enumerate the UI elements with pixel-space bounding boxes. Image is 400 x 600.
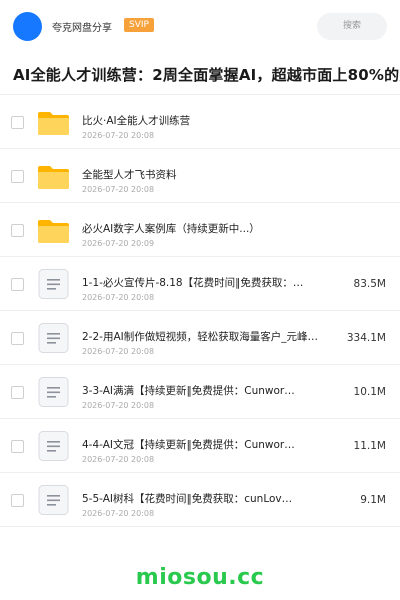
folder-row[interactable]: 必火AI数字人案例库（持续更新中...） 2026-07-20 20:09 (0, 203, 400, 257)
file-row[interactable]: 5-5-AI树科【花费时间‖免费获取：cunLov… 2026-07-20 20:… (0, 473, 400, 527)
item-name[interactable]: 比火·AI全能人才训练营 (82, 113, 322, 128)
avatar[interactable] (13, 12, 42, 41)
item-date: 2026-07-20 20:08 (82, 455, 155, 464)
header: 夸克网盘分享 SVIP 搜索 (0, 0, 400, 52)
footer: miosou.cc (0, 560, 400, 600)
row-checkbox[interactable] (11, 332, 24, 345)
item-date: 2026-07-20 20:08 (82, 401, 155, 410)
row-checkbox[interactable] (11, 170, 24, 183)
item-size: 11.1M (353, 440, 386, 452)
username: 夸克网盘分享 (52, 23, 112, 34)
row-checkbox[interactable] (11, 440, 24, 453)
row-checkbox[interactable] (11, 494, 24, 507)
file-list: 比火·AI全能人才训练营 2026-07-20 20:08 全能型人才飞书资料 202… (0, 94, 400, 527)
row-checkbox[interactable] (11, 224, 24, 237)
item-name[interactable]: 4-4-AI文冠【持续更新‖免费提供：Cunwor… (82, 437, 322, 452)
item-name[interactable]: 3-3-AI满满【持续更新‖免费提供：Cunwor… (82, 383, 322, 398)
document-icon (38, 431, 69, 461)
search-button[interactable]: 搜索 (317, 13, 387, 40)
item-size: 334.1M (346, 332, 386, 344)
file-row[interactable]: 4-4-AI文冠【持续更新‖免费提供：Cunwor… 2026-07-20 20:… (0, 419, 400, 473)
document-icon (38, 377, 69, 407)
row-checkbox[interactable] (11, 386, 24, 399)
item-size: 9.1M (360, 494, 386, 506)
document-icon (38, 485, 69, 515)
file-row[interactable]: 3-3-AI满满【持续更新‖免费提供：Cunwor… 2026-07-20 20:… (0, 365, 400, 419)
item-date: 2026-07-20 20:08 (82, 131, 155, 140)
document-icon (38, 269, 69, 299)
item-date: 2026-07-20 20:08 (82, 509, 155, 518)
search-label: 搜索 (342, 21, 361, 31)
file-row[interactable]: 2-2-用AI制作做短视频，轻松获取海量客户_元峰… 2026-07-20 20:… (0, 311, 400, 365)
item-name[interactable]: 1-1-必火宣传片-8.18【花费时间‖免费获取：… (82, 275, 322, 290)
folder-icon (38, 161, 69, 191)
item-name[interactable]: 2-2-用AI制作做短视频，轻松获取海量客户_元峰… (82, 329, 322, 344)
item-date: 2026-07-20 20:08 (82, 185, 155, 194)
svip-badge: SVIP (124, 18, 154, 32)
item-name[interactable]: 5-5-AI树科【花费时间‖免费获取：cunLov… (82, 491, 322, 506)
page-title: AI全能人才训练营：2周全面掌握AI，超越市面上80%的人 (13, 66, 400, 84)
row-checkbox[interactable] (11, 278, 24, 291)
folder-row[interactable]: 比火·AI全能人才训练营 2026-07-20 20:08 (0, 95, 400, 149)
folder-icon (38, 215, 69, 245)
document-icon (38, 323, 69, 353)
item-date: 2026-07-20 20:08 (82, 293, 155, 302)
item-name[interactable]: 必火AI数字人案例库（持续更新中...） (82, 221, 322, 236)
item-date: 2026-07-20 20:09 (82, 239, 155, 248)
item-size: 83.5M (353, 278, 386, 290)
file-row[interactable]: 1-1-必火宣传片-8.18【花费时间‖免费获取：… 2026-07-20 20:… (0, 257, 400, 311)
item-size: 10.1M (353, 386, 386, 398)
item-date: 2026-07-20 20:08 (82, 347, 155, 356)
item-name[interactable]: 全能型人才飞书资料 (82, 167, 322, 182)
folder-row[interactable]: 全能型人才飞书资料 2026-07-20 20:08 (0, 149, 400, 203)
row-checkbox[interactable] (11, 116, 24, 129)
watermark-text: miosou.cc (135, 565, 265, 590)
folder-icon (38, 107, 69, 137)
